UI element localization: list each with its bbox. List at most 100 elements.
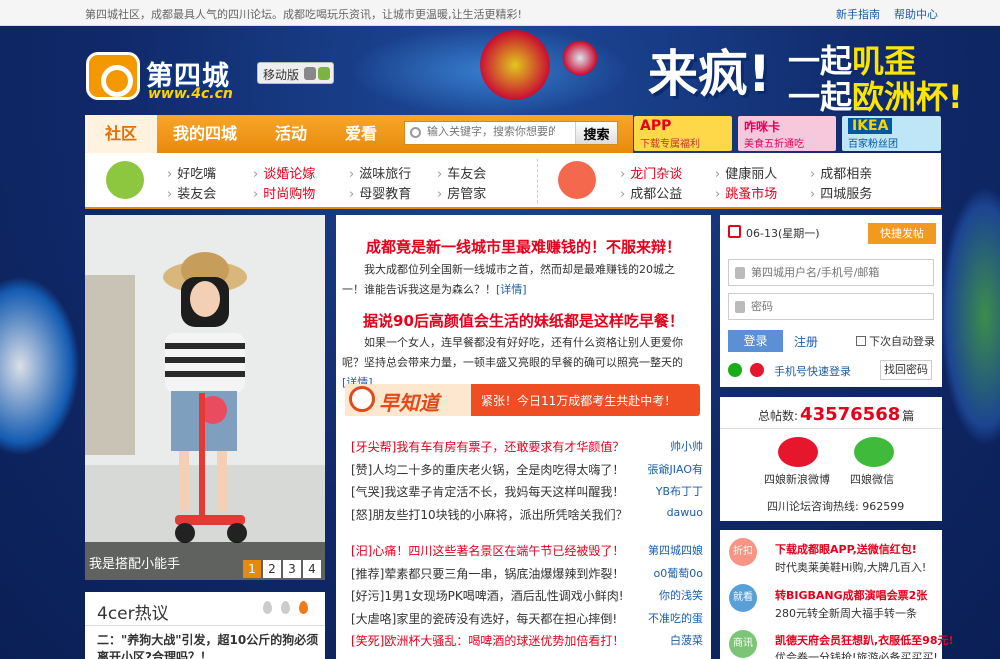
ad-ikea-title: IKEA (848, 118, 893, 134)
site-slogan: 第四城社区，成都最具人气的四川论坛。成都吃喝玩乐资讯，让城市更温暖,让生活更精彩… (85, 8, 522, 21)
euro-cup-banner[interactable]: 来疯! 一起叽歪 一起欧洲杯! (648, 32, 993, 116)
promo-line[interactable]: 下载成都眼APP,送微信红包! (775, 541, 917, 557)
topic-author[interactable]: 白菠菜 (670, 632, 703, 648)
cat-chat[interactable]: 龙门杂谈 (620, 163, 682, 182)
cat-decor[interactable]: 装友会 (167, 183, 216, 202)
topic-author[interactable]: o0葡萄0o (654, 565, 703, 581)
help-link[interactable]: 帮助中心 (894, 8, 938, 21)
slider-page-4[interactable]: 4 (303, 560, 321, 578)
flame-icon (281, 601, 290, 614)
tab-events[interactable]: 活动 (275, 115, 307, 153)
topic-row[interactable]: [推荐]荤素都只要三角一串，锅底油爆爆辣到炸裂！ o0葡萄0o (351, 561, 703, 584)
cat-wedding[interactable]: 谈婚论嫁 (253, 163, 315, 182)
mobile-version-button[interactable]: 移动版 (257, 62, 334, 84)
photo-slider[interactable]: 我是搭配小能手 1234 (85, 215, 325, 580)
topic-title[interactable]: [牙尖帮]我有车有房有票子，还敢要求有才华颜值？ (351, 438, 624, 455)
login-button[interactable]: 登录 (728, 330, 783, 352)
cat-fashion[interactable]: 时尚购物 (253, 183, 315, 202)
topic-row[interactable]: [大虐咯]家里的瓷砖没有选好，每天都在担心摔倒! 不准吃的蛋 (351, 606, 703, 629)
cat-beauty[interactable]: 健康丽人 (715, 163, 777, 182)
topic-title[interactable]: [怒]朋友些打10块钱的小麻将，派出所凭啥关我们？ (351, 506, 628, 523)
promo-line[interactable]: 优会券一分钱抢!旅游必备买买买! (775, 649, 938, 659)
ad-app[interactable]: APP 下载专属福利 (634, 116, 732, 151)
topic-row[interactable]: [赞]人均二十多的重庆老火锅，全是肉吃得太嗨了！ 張爺JIAO有 (351, 457, 703, 480)
promo-line[interactable]: 280元转全新周大福手转一条 (775, 605, 917, 621)
current-date: 06-13(星期一) (746, 227, 820, 240)
topic-row[interactable]: [笑死]欧洲杯大骚乱：喝啤酒的球迷优势加倍看打！ 白菠菜 (351, 628, 703, 651)
topic-row[interactable]: [牙尖帮]我有车有房有票子，还敢要求有才华颜值？ 帅小帅 (351, 434, 703, 457)
topic-title[interactable]: [好污]1男1女现场PK喝啤酒，酒后乱性调戏小鲜肉! (351, 587, 624, 604)
category-bar: 好吃嘴 谈婚论嫁 滋味旅行 车友会 装友会 时尚购物 母婴教育 房管家 龙门杂谈… (85, 153, 941, 209)
guide-link[interactable]: 新手指南 (836, 8, 880, 21)
topic-title[interactable]: [汨]心痛！四川这些著名景区在端午节已经被毁了！ (351, 542, 624, 559)
wechat-label[interactable]: 四娘微信 (850, 471, 894, 487)
topic-author[interactable]: 第四城四娘 (648, 542, 703, 558)
slider-page-2[interactable]: 2 (263, 560, 281, 578)
topic-title[interactable]: [大虐咯]家里的瓷砖没有选好，每天都在担心摔倒! (351, 610, 617, 627)
headline-1-summary: 我大成都位列全国新一线城市之首，然而却是最难赚钱的20城之一！谁能告诉我这是为森… (342, 263, 675, 296)
slider-page-1[interactable]: 1 (243, 560, 261, 578)
tab-community[interactable]: 社区 (85, 115, 157, 153)
ad-card[interactable]: 咋咪卡 美食五折通吃 (738, 116, 836, 151)
tab-watch[interactable]: 爱看 (345, 115, 377, 153)
cat-food[interactable]: 好吃嘴 (167, 163, 216, 182)
topic-author[interactable]: 不准吃的蛋 (648, 610, 703, 626)
ad-ikea[interactable]: IKEA 百家粉丝团 (842, 116, 941, 151)
top-bar: 第四城社区，成都最具人气的四川论坛。成都吃喝玩乐资讯，让城市更温暖,让生活更精彩… (0, 0, 1000, 26)
tab-my-4c[interactable]: 我的四城 (173, 115, 237, 153)
topic-author[interactable]: 張爺JIAO有 (648, 461, 703, 477)
cat-dating[interactable]: 成都相亲 (810, 163, 872, 182)
cup-icon (558, 161, 596, 199)
user-icon (735, 267, 745, 279)
ad-app-title: APP (640, 118, 672, 134)
weibo-icon[interactable] (778, 437, 818, 467)
early-news-bar[interactable]: 早知道 紧张！今日11万成都考生共赴中考！ (345, 384, 700, 416)
auto-login-checkbox[interactable]: 下次自动登录 (856, 333, 935, 349)
headline-2[interactable]: 据说90后高颜值会生活的妹纸都是这样吃早餐！ (336, 310, 711, 331)
wechat-icon[interactable] (854, 437, 894, 467)
cat-flea-market[interactable]: 跳蚤市场 (715, 183, 777, 202)
hot-question[interactable]: 二："养狗大战"引发，超10公斤的狗必须离开小区?合理吗？！ (97, 632, 319, 659)
weibo-icon[interactable] (750, 363, 764, 377)
promo-line[interactable]: 时代奥莱美鞋Hi购,大牌几百入! (775, 559, 926, 575)
topic-author[interactable]: 帅小帅 (670, 438, 703, 454)
register-link[interactable]: 注册 (794, 333, 818, 350)
topic-title[interactable]: [气哭]我这辈子肯定活不长，我妈每天这样叫醒我！ (351, 483, 624, 500)
topic-row[interactable]: [怒]朋友些打10块钱的小麻将，派出所凭啥关我们？ dawuo (351, 502, 703, 525)
quick-post-button[interactable]: 快捷发帖 (868, 223, 936, 244)
topic-author[interactable]: 你的浅笑 (659, 587, 703, 603)
topic-title[interactable]: [推荐]荤素都只要三角一串，锅底油爆爆辣到炸裂！ (351, 565, 624, 582)
cat-charity[interactable]: 成都公益 (620, 183, 682, 202)
watch-badge: 就看 (729, 584, 757, 612)
search-input[interactable] (427, 125, 555, 138)
topic-list-1: [牙尖帮]我有车有房有票子，还敢要求有才华颜值？ 帅小帅 [赞]人均二十多的重庆老… (351, 434, 703, 524)
topic-title[interactable]: [笑死]欧洲杯大骚乱：喝啤酒的球迷优势加倍看打！ (351, 632, 624, 649)
password-input[interactable] (751, 300, 927, 313)
total-posts: 总帖数: 43576568 篇 (758, 404, 915, 425)
cat-cars[interactable]: 车友会 (437, 163, 486, 182)
phone-login-link[interactable]: 手机号快速登录 (774, 363, 851, 379)
cat-services[interactable]: 四城服务 (810, 183, 872, 202)
promo-line[interactable]: 转BIGBANG成都演唱会票2张 (775, 587, 927, 603)
slider-page-3[interactable]: 3 (283, 560, 301, 578)
headline-1[interactable]: 成都竟是新一线城市里最难赚钱的！不服来辩！ (336, 236, 711, 257)
username-input[interactable] (751, 266, 927, 279)
topic-row[interactable]: [好污]1男1女现场PK喝啤酒，酒后乱性调戏小鲜肉! 你的浅笑 (351, 583, 703, 606)
headline-1-more[interactable]: [详情] (496, 283, 527, 296)
topic-author[interactable]: dawuo (667, 506, 703, 519)
topic-row[interactable]: [气哭]我这辈子肯定活不长，我妈每天这样叫醒我！ YB布丁丁 (351, 479, 703, 502)
topic-title[interactable]: [赞]人均二十多的重庆老火锅，全是肉吃得太嗨了！ (351, 461, 624, 478)
cat-travel[interactable]: 滋味旅行 (349, 163, 411, 182)
weibo-label[interactable]: 四娘新浪微博 (764, 471, 830, 487)
topic-author[interactable]: YB布丁丁 (656, 483, 703, 499)
cat-parenting[interactable]: 母婴教育 (349, 183, 411, 202)
cat-house[interactable]: 房管家 (437, 183, 486, 202)
find-password-button[interactable]: 找回密码 (880, 360, 932, 380)
promo-line[interactable]: 凯德天府会员狂想趴,衣服低至98元! (775, 632, 954, 648)
search-button[interactable]: 搜索 (575, 122, 617, 144)
qq-icon[interactable] (728, 363, 742, 377)
topic-row[interactable]: [汨]心痛！四川这些著名景区在端午节已经被毁了！ 第四城四娘 (351, 538, 703, 561)
cart-icon (106, 161, 144, 199)
topic-list-2: [汨]心痛！四川这些著名景区在端午节已经被毁了！ 第四城四娘 [推荐]荤素都只要三… (351, 538, 703, 651)
headline-panel: 成都竟是新一线城市里最难赚钱的！不服来辩！ 我大成都位列全国新一线城市之首，然而… (336, 215, 711, 659)
